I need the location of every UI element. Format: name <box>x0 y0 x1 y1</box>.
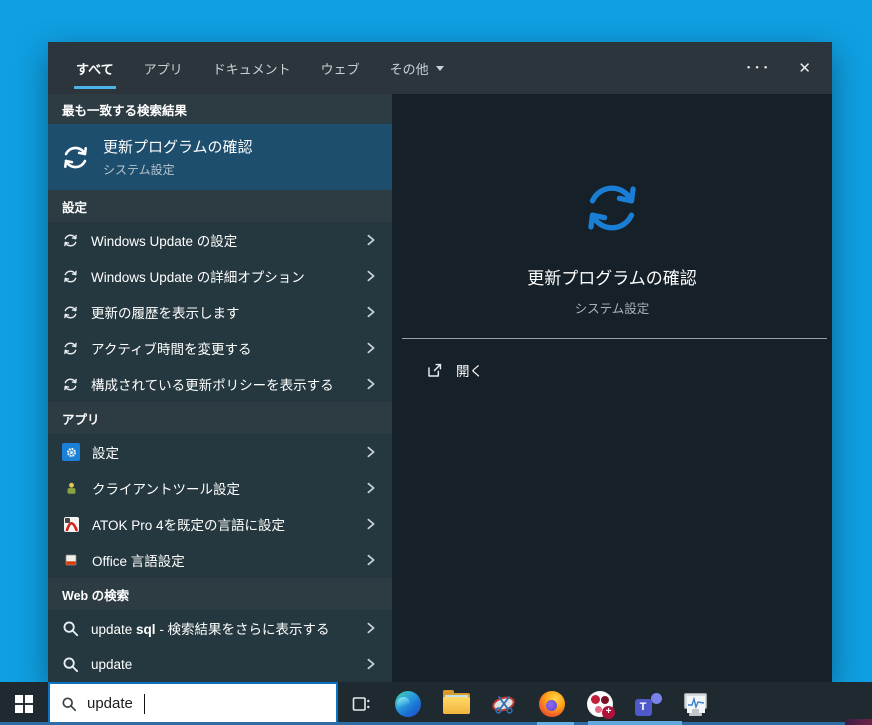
sync-icon <box>62 304 79 321</box>
snipping-tool-icon <box>490 692 517 716</box>
setting-result-item[interactable]: Windows Update の詳細オプション <box>48 258 392 294</box>
open-action[interactable]: 開く <box>392 350 832 390</box>
best-match-title: 更新プログラムの確認 <box>103 139 253 156</box>
open-external-icon <box>426 362 443 379</box>
office-language-icon <box>62 551 80 569</box>
best-match-header: 最も一致する検索結果 <box>48 94 392 124</box>
sync-icon <box>60 142 91 173</box>
search-icon <box>61 696 77 712</box>
taskbar-item-snipping-tool[interactable] <box>480 682 528 725</box>
chevron-right-icon[interactable] <box>364 305 378 319</box>
result-label: 設定 <box>92 446 119 461</box>
more-options-button[interactable]: ･･･ <box>745 61 771 76</box>
best-match-item[interactable]: 更新プログラムの確認 システム設定 <box>48 124 392 190</box>
app-result-item[interactable]: ATOK Pro 4を既定の言語に設定 <box>48 506 392 542</box>
teams-icon: T <box>634 692 662 716</box>
preview-divider <box>402 338 827 339</box>
chevron-down-icon <box>435 65 444 71</box>
apps-section-header: アプリ <box>48 402 392 434</box>
close-button[interactable]: ✕ <box>798 61 812 76</box>
start-button[interactable] <box>0 682 48 725</box>
app-result-item[interactable]: 設定 <box>48 434 392 470</box>
chevron-right-icon[interactable] <box>364 269 378 283</box>
running-apps-indicator <box>588 721 682 725</box>
result-label: Windows Update の設定 <box>91 234 238 249</box>
taskbar-item-firefox[interactable] <box>528 682 576 725</box>
chevron-right-icon[interactable] <box>364 657 378 671</box>
search-input-value: update <box>87 695 133 712</box>
chevron-right-icon[interactable] <box>364 377 378 391</box>
sync-icon <box>62 232 79 249</box>
web-section-header: Web の検索 <box>48 578 392 610</box>
result-label: update <box>91 656 133 672</box>
taskbar-item-system-monitor[interactable] <box>672 682 720 725</box>
web-result-item[interactable]: update <box>48 646 392 682</box>
search-icon <box>62 620 79 637</box>
text-cursor <box>143 693 145 714</box>
result-label: アクティブ時間を変更する <box>91 342 252 357</box>
tab-more[interactable]: その他 <box>390 42 444 94</box>
setting-result-item[interactable]: アクティブ時間を変更する <box>48 330 392 366</box>
result-label: ATOK Pro 4を既定の言語に設定 <box>92 518 286 533</box>
app-result-item[interactable]: Office 言語設定 <box>48 542 392 578</box>
setting-result-item[interactable]: 構成されている更新ポリシーを表示する <box>48 366 392 402</box>
tab-apps[interactable]: アプリ <box>144 42 183 94</box>
setting-result-item[interactable]: 更新の履歴を表示します <box>48 294 392 330</box>
preview-pane: 更新プログラムの確認 システム設定 開く <box>392 94 832 682</box>
atok-icon <box>62 515 80 533</box>
chevron-right-icon[interactable] <box>364 233 378 247</box>
preview-title: 更新プログラムの確認 <box>527 269 697 288</box>
search-results-list: 最も一致する検索結果 更新プログラムの確認 システム設定 設定 Windows … <box>48 94 392 682</box>
result-label: Windows Update の詳細オプション <box>91 270 305 285</box>
taskbar-item-teams[interactable]: T <box>624 682 672 725</box>
edge-icon <box>395 690 421 717</box>
chevron-right-icon[interactable] <box>364 621 378 635</box>
settings-section-header: 設定 <box>48 190 392 222</box>
result-label: Office 言語設定 <box>92 554 185 569</box>
chevron-right-icon[interactable] <box>364 517 378 531</box>
windows-logo-icon <box>15 695 33 713</box>
result-label: 構成されている更新ポリシーを表示する <box>91 378 334 393</box>
screen-corner-strip <box>845 719 872 725</box>
web-result-item[interactable]: update sql - 検索結果をさらに表示する <box>48 610 392 646</box>
taskbar-search-input[interactable]: update <box>48 682 338 725</box>
sync-icon <box>62 376 79 393</box>
preview-subtitle: システム設定 <box>574 302 650 316</box>
task-view-button[interactable] <box>338 682 384 725</box>
chevron-right-icon[interactable] <box>364 341 378 355</box>
chevron-right-icon[interactable] <box>364 445 378 459</box>
file-explorer-icon <box>442 690 470 714</box>
client-tools-icon <box>62 479 80 497</box>
result-label: クライアントツール設定 <box>92 482 240 497</box>
open-label: 開く <box>456 364 483 379</box>
chevron-right-icon[interactable] <box>364 553 378 567</box>
task-view-icon <box>351 694 371 714</box>
taskbar-item-edge[interactable] <box>384 682 432 725</box>
result-label: update sql - 検索結果をさらに表示する <box>91 622 330 637</box>
search-icon <box>62 656 79 673</box>
search-filter-tabs: すべて アプリ ドキュメント ウェブ その他 ･･･ ✕ <box>48 42 832 94</box>
search-flyout: すべて アプリ ドキュメント ウェブ その他 ･･･ ✕ 最も一致する検索結果 … <box>48 42 832 682</box>
system-monitor-icon <box>684 692 708 716</box>
chevron-right-icon[interactable] <box>364 481 378 495</box>
taskbar-item-file-explorer[interactable] <box>432 682 480 725</box>
setting-result-item[interactable]: Windows Update の設定 <box>48 222 392 258</box>
sync-icon <box>62 340 79 357</box>
tab-web[interactable]: ウェブ <box>321 42 360 94</box>
taskbar-item-red-circle-app[interactable]: + <box>576 682 624 725</box>
sync-icon-large <box>580 176 644 240</box>
plus-badge: + <box>602 705 615 719</box>
best-match-subtitle: システム設定 <box>103 163 175 177</box>
taskbar: update + T <box>0 682 872 725</box>
firefox-icon <box>539 690 565 717</box>
tab-documents[interactable]: ドキュメント <box>213 42 291 94</box>
result-label: 更新の履歴を表示します <box>91 306 240 321</box>
app-result-item[interactable]: クライアントツール設定 <box>48 470 392 506</box>
sync-icon <box>62 268 79 285</box>
settings-gear-icon <box>62 443 80 461</box>
tab-all[interactable]: すべて <box>74 42 116 94</box>
red-circle-app-icon: + <box>587 690 615 719</box>
